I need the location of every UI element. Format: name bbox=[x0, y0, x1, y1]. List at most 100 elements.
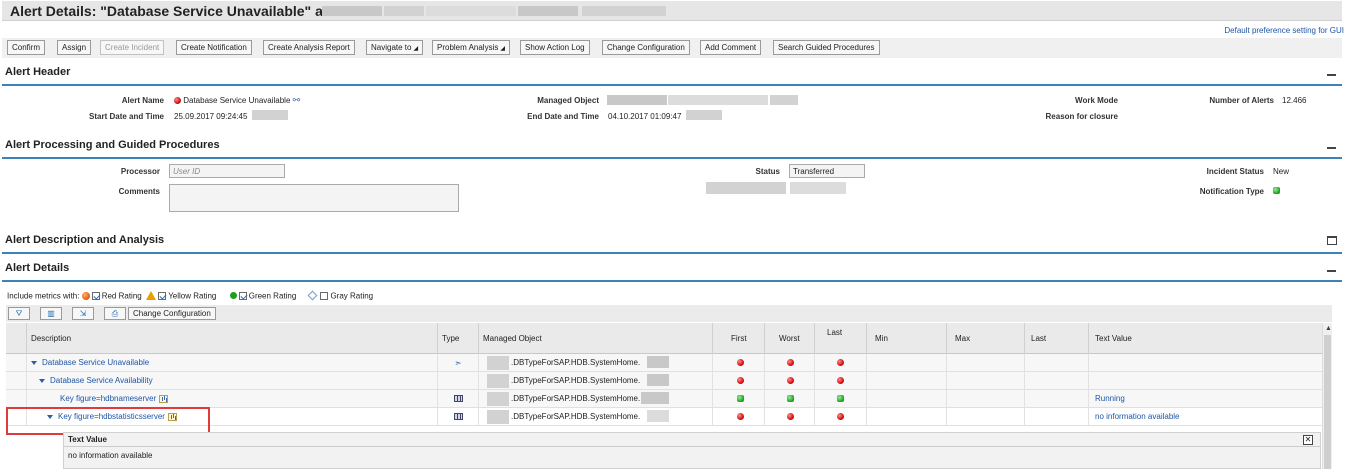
column-header[interactable]: Last bbox=[1024, 323, 1088, 354]
processor-input[interactable]: User ID bbox=[169, 164, 285, 178]
red-rating-label: Red Rating bbox=[101, 291, 142, 301]
red-rating-checkbox[interactable] bbox=[91, 291, 100, 300]
column-header[interactable]: Min bbox=[866, 323, 946, 354]
redacted-block bbox=[641, 392, 669, 404]
assign-button[interactable]: Assign bbox=[57, 40, 92, 55]
scroll-thumb[interactable] bbox=[1324, 335, 1331, 469]
first-rating-red-icon bbox=[737, 377, 744, 385]
close-icon[interactable]: ✕ bbox=[1303, 435, 1313, 445]
row-description[interactable]: Database Service Unavailable bbox=[42, 358, 149, 367]
tree-expander-icon[interactable] bbox=[39, 378, 45, 383]
alert-name-value: Database Service Unavailable ⚯ bbox=[174, 95, 300, 106]
redacted-block bbox=[487, 356, 509, 370]
redacted-block bbox=[647, 410, 669, 422]
divider bbox=[64, 446, 1320, 447]
section-title: Alert Header bbox=[5, 66, 71, 78]
tree-expander-icon[interactable] bbox=[31, 360, 37, 365]
redacted-block bbox=[706, 182, 786, 194]
start-date-value: 25.09.2017 09:24:45 bbox=[174, 112, 248, 121]
change-configuration-button[interactable]: Change Configuration bbox=[602, 40, 690, 55]
details-section-head: Alert Details bbox=[2, 256, 1342, 282]
description-section-head: Alert Description and Analysis bbox=[2, 228, 1342, 254]
column-header[interactable]: First bbox=[712, 323, 764, 354]
end-date-value: 04.10.2017 01:09:47 bbox=[608, 112, 682, 121]
column-header[interactable]: Max bbox=[946, 323, 1024, 354]
include-metrics-label: Include metrics with: bbox=[7, 291, 80, 301]
row-description[interactable]: Database Service Availability bbox=[50, 376, 153, 385]
redacted-block bbox=[647, 356, 669, 368]
default-preference-link[interactable]: Default preference setting for GUI bbox=[1224, 26, 1344, 35]
add-comment-button[interactable]: Add Comment bbox=[700, 40, 762, 55]
row-text-value bbox=[1088, 372, 1322, 390]
redacted-block bbox=[607, 95, 667, 105]
first-rating-green-icon bbox=[737, 395, 744, 403]
link-icon[interactable]: ⚯ bbox=[293, 95, 301, 105]
print-icon[interactable]: ⎙ bbox=[104, 307, 126, 320]
redacted-block bbox=[322, 6, 382, 16]
text-value-header: Text Value bbox=[68, 435, 107, 444]
incident-status-label: Incident Status bbox=[1206, 167, 1264, 176]
yellow-rating-label: Yellow Rating bbox=[168, 291, 217, 301]
column-header[interactable]: Last bbox=[814, 323, 866, 354]
table-row[interactable]: Key figure=hdbnameserver .DBTypeForSAP.H… bbox=[6, 390, 1322, 408]
yellow-rating-checkbox[interactable] bbox=[158, 291, 167, 300]
show-action-log-button[interactable]: Show Action Log bbox=[520, 40, 590, 55]
chart-icon[interactable] bbox=[159, 394, 169, 403]
redacted-block bbox=[582, 6, 666, 16]
create-incident-button: Create Incident bbox=[100, 40, 165, 55]
table-row[interactable]: Database Service Unavailable ➣ .DBTypeFo… bbox=[6, 354, 1322, 372]
create-analysis-report-button[interactable]: Create Analysis Report bbox=[263, 40, 355, 55]
row-description[interactable]: Key figure=hdbnameserver bbox=[60, 394, 156, 403]
problem-analysis-button[interactable]: Problem Analysis ◢ bbox=[432, 40, 510, 55]
worst-rating-green-icon bbox=[787, 395, 794, 403]
alert-header-section-head: Alert Header bbox=[2, 60, 1342, 86]
table-row[interactable]: Database Service Availability .DBTypeFor… bbox=[6, 372, 1322, 390]
search-guided-procedures-button[interactable]: Search Guided Procedures bbox=[773, 40, 880, 55]
incident-status-value: New bbox=[1273, 167, 1290, 176]
comments-label: Comments bbox=[118, 187, 160, 196]
redacted-block bbox=[686, 110, 722, 120]
red-rating-icon bbox=[81, 291, 90, 300]
table-scrollbar[interactable]: ▲ bbox=[1322, 323, 1332, 469]
processing-section-head: Alert Processing and Guided Procedures bbox=[2, 133, 1342, 159]
table-change-configuration-button[interactable]: Change Configuration bbox=[128, 307, 216, 320]
last-rating-green-icon bbox=[837, 395, 844, 403]
collapse-icon[interactable] bbox=[1327, 270, 1336, 272]
number-of-alerts-label: Number of Alerts bbox=[1209, 96, 1274, 105]
redacted-block bbox=[668, 95, 768, 105]
action-toolbar: Confirm Assign Create Incident Create No… bbox=[2, 38, 1342, 58]
column-header[interactable]: Managed Object bbox=[478, 323, 712, 354]
comments-textarea[interactable] bbox=[169, 184, 459, 212]
column-header[interactable]: Type bbox=[437, 323, 483, 354]
filter-icon[interactable]: ⛛ bbox=[8, 307, 30, 320]
collapse-icon[interactable] bbox=[1327, 147, 1336, 149]
number-of-alerts-value: 12.466 bbox=[1282, 96, 1307, 105]
redacted-block bbox=[426, 6, 516, 16]
export-icon[interactable]: ⇲ bbox=[72, 307, 94, 320]
key-figure-grid-icon bbox=[453, 395, 463, 403]
red-alert-icon bbox=[174, 97, 181, 105]
text-value-panel: Text Value no information available ✕ bbox=[63, 432, 1321, 469]
columns-icon[interactable]: ▥ bbox=[40, 307, 62, 320]
column-header[interactable]: Description bbox=[26, 323, 428, 354]
managed-object-text: .DBTypeForSAP.HDB.SystemHome. bbox=[511, 412, 641, 421]
green-rating-checkbox[interactable] bbox=[238, 291, 247, 300]
redacted-block bbox=[790, 182, 846, 194]
row-text-value[interactable]: Running bbox=[1088, 390, 1322, 408]
start-date-label: Start Date and Time bbox=[89, 112, 164, 121]
confirm-button[interactable]: Confirm bbox=[7, 40, 46, 55]
gray-rating-checkbox[interactable] bbox=[320, 291, 329, 300]
column-header[interactable]: Text Value bbox=[1088, 323, 1322, 354]
managed-object-text: .DBTypeForSAP.HDB.SystemHome. bbox=[511, 358, 641, 367]
title-bar: Alert Details: "Database Service Unavail… bbox=[2, 1, 1342, 21]
row-text-value[interactable]: no information available bbox=[1088, 408, 1322, 426]
create-notification-button[interactable]: Create Notification bbox=[176, 40, 252, 55]
navigate-to-button[interactable]: Navigate to ◢ bbox=[366, 40, 424, 55]
expand-icon[interactable] bbox=[1327, 236, 1337, 245]
gray-rating-label: Gray Rating bbox=[330, 291, 374, 301]
column-header[interactable]: Worst bbox=[764, 323, 814, 354]
collapse-icon[interactable] bbox=[1327, 74, 1336, 76]
green-rating-label: Green Rating bbox=[248, 291, 297, 301]
redacted-block bbox=[770, 95, 798, 105]
scroll-up-icon[interactable]: ▲ bbox=[1325, 325, 1332, 332]
